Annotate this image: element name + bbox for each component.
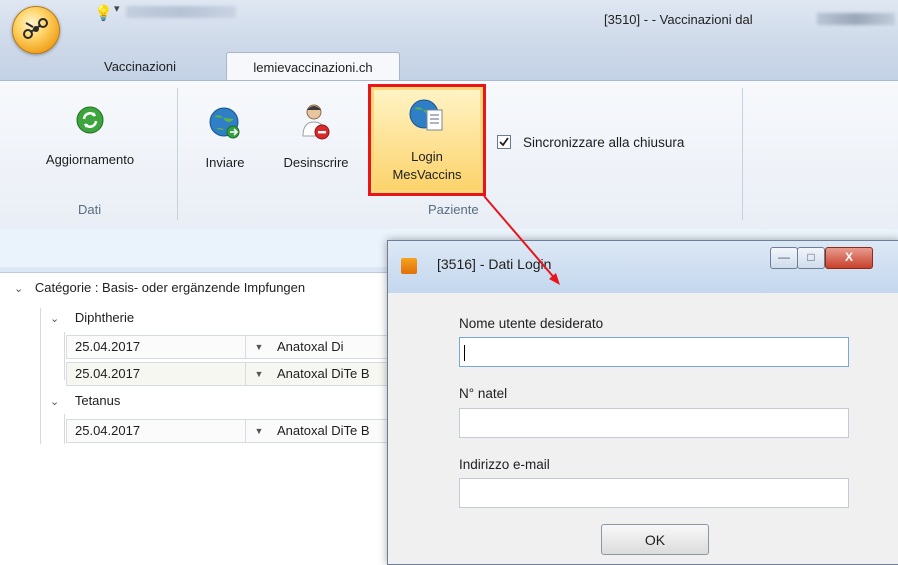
app-menu-orb[interactable] <box>12 6 60 54</box>
app-logo-icon <box>23 18 48 39</box>
annotation-arrow <box>483 195 560 285</box>
